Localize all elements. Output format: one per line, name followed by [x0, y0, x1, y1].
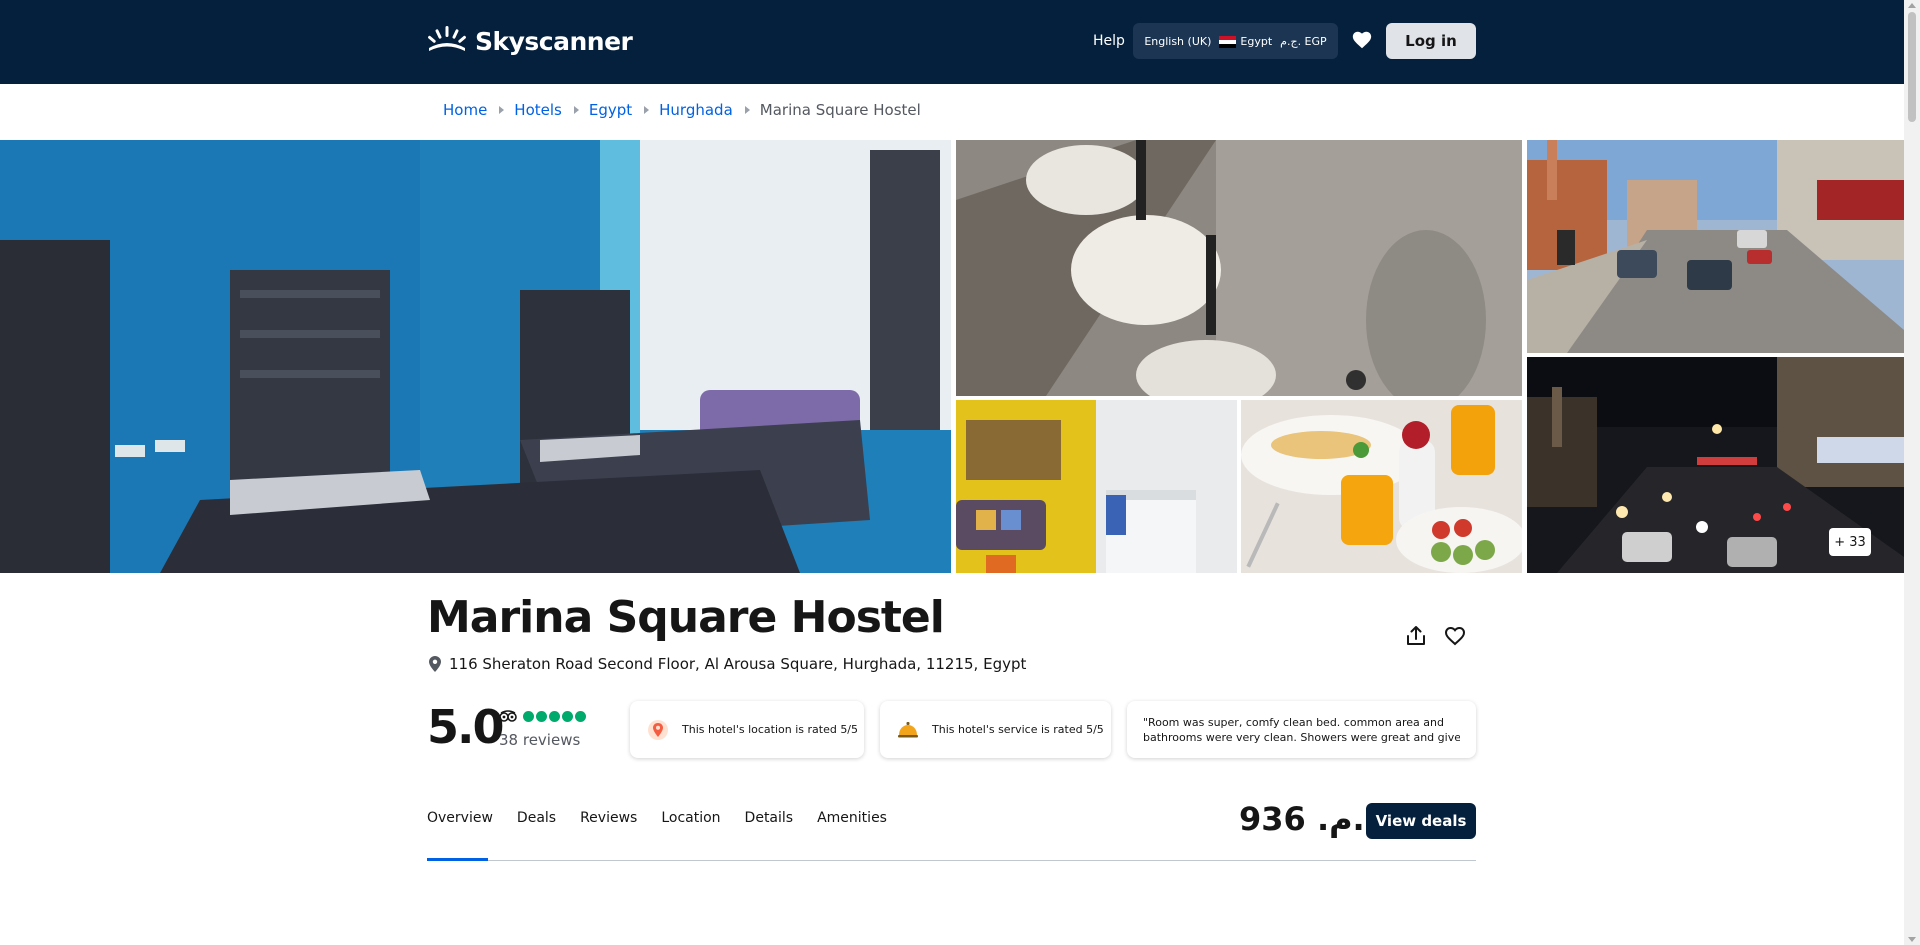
rating-bubble [523, 710, 534, 722]
share-icon[interactable] [1404, 624, 1428, 648]
tripadvisor-owl-icon [499, 710, 517, 722]
rating-bubble [575, 710, 586, 722]
location-bulb-icon [648, 719, 668, 740]
view-deals-button[interactable]: View deals [1366, 803, 1476, 839]
tab-reviews[interactable]: Reviews [580, 810, 637, 826]
rating-bubble [549, 710, 560, 722]
more-photos-badge[interactable]: + 33 [1829, 528, 1871, 556]
bedroom-photo[interactable] [0, 140, 951, 573]
chevron-right-icon [499, 106, 505, 114]
address-text: 116 Sheraton Road Second Floor, Al Arous… [449, 655, 1027, 673]
breakfast-photo[interactable] [1241, 400, 1522, 573]
scroll-up-arrow-icon[interactable] [1908, 3, 1916, 8]
currency-label: ج.م. EGP [1280, 34, 1327, 48]
breadcrumb-home[interactable]: Home [443, 101, 487, 119]
saved-heart-icon[interactable] [1351, 29, 1373, 51]
egypt-flag-icon [1219, 35, 1237, 48]
breadcrumb-egypt[interactable]: Egypt [589, 101, 632, 119]
rating-score: 5.0 [427, 700, 504, 754]
breadcrumb-hurghada[interactable]: Hurghada [659, 101, 733, 119]
section-tabs: Overview Deals Reviews Location Details … [427, 810, 911, 826]
rating-bubble [562, 710, 573, 722]
skyscanner-logo[interactable]: Skyscanner [427, 24, 633, 58]
top-header: Skyscanner Help English (UK) Egypt ج.م. … [0, 0, 1904, 84]
hotel-address: 116 Sheraton Road Second Floor, Al Arous… [429, 655, 1026, 673]
review-quote-card[interactable]: "Room was super, comfy clean bed. common… [1127, 701, 1476, 758]
review-quote-line: bathrooms were very clean. Showers were … [1143, 731, 1460, 744]
scrollbar-thumb[interactable] [1908, 12, 1916, 122]
reviews-count[interactable]: 38 reviews [499, 731, 580, 749]
brand-name: Skyscanner [475, 26, 633, 56]
breadcrumb-current: Marina Square Hostel [759, 101, 921, 119]
heart-outline-icon[interactable] [1443, 624, 1467, 648]
chevron-right-icon [573, 106, 579, 114]
street-day-photo[interactable] [1527, 140, 1904, 353]
review-quote-line: "Room was super, comfy clean bed. common… [1143, 716, 1444, 729]
sunrise-logo-icon [428, 26, 466, 51]
bathroom-sinks-photo[interactable] [956, 140, 1522, 396]
country-label: Egypt [1219, 35, 1272, 48]
active-tab-indicator [427, 858, 488, 861]
service-bell-icon [898, 721, 918, 737]
service-rating-text: This hotel's service is rated 5/5 [932, 723, 1104, 736]
chevron-right-icon [744, 106, 750, 114]
rating-bubble [536, 710, 547, 722]
hotel-page: Skyscanner Help English (UK) Egypt ج.م. … [0, 0, 1920, 945]
location-rating-card: This hotel's location is rated 5/5 [630, 701, 864, 758]
breadcrumb-hotels[interactable]: Hotels [514, 101, 562, 119]
location-rating-text: This hotel's location is rated 5/5 [682, 723, 859, 736]
scroll-down-arrow-icon[interactable] [1908, 937, 1916, 942]
login-button[interactable]: Log in [1386, 23, 1476, 59]
help-link[interactable]: Help [1093, 33, 1125, 49]
tab-deals[interactable]: Deals [517, 810, 556, 826]
locale-selector-button[interactable]: English (UK) Egypt ج.م. EGP [1133, 23, 1338, 59]
tab-location[interactable]: Location [661, 810, 720, 826]
breadcrumb: Home Hotels Egypt Hurghada Marina Square… [443, 101, 921, 119]
tripadvisor-rating [499, 710, 586, 722]
service-rating-card: This hotel's service is rated 5/5 [880, 701, 1111, 758]
page-scrollbar[interactable] [1904, 0, 1920, 945]
tab-amenities[interactable]: Amenities [817, 810, 887, 826]
tabs-divider [427, 860, 1476, 861]
country-name: Egypt [1240, 34, 1273, 48]
tab-details[interactable]: Details [745, 810, 794, 826]
tab-overview[interactable]: Overview [427, 810, 493, 826]
reception-photo[interactable] [956, 400, 1237, 573]
language-label: English (UK) [1144, 34, 1212, 48]
hotel-title: Marina Square Hostel [427, 592, 945, 643]
rating-bubbles [523, 710, 586, 722]
chevron-right-icon [644, 106, 650, 114]
location-pin-icon [429, 656, 441, 672]
